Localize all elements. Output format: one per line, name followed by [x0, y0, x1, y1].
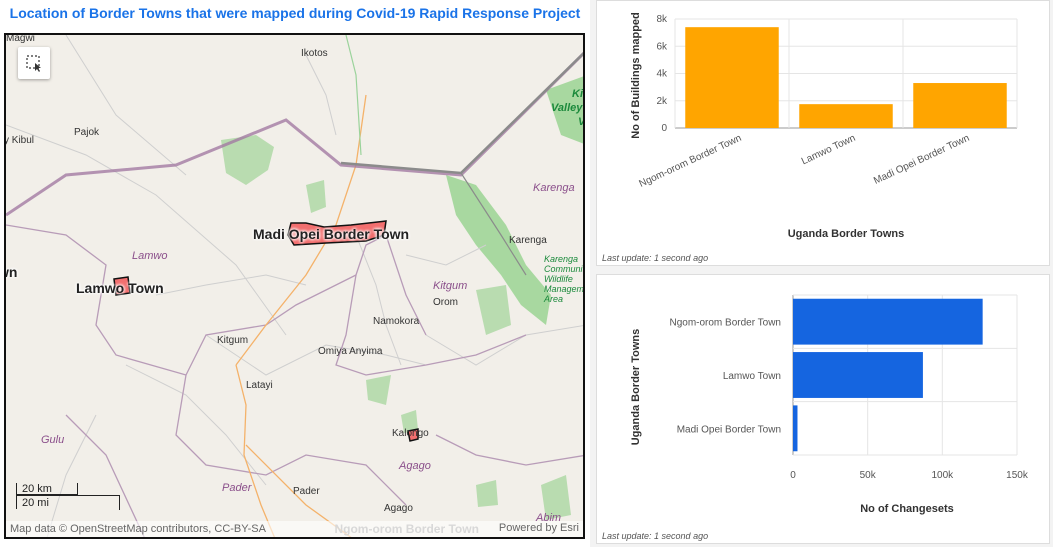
y-tick-label: Lamwo Town	[723, 371, 781, 382]
park-area	[476, 480, 498, 507]
place-agago-town: Agago	[384, 503, 413, 514]
rectangle-select-button[interactable]	[18, 47, 50, 79]
place-karenga-cwma: Karenga Community Wildlife Management Ar…	[544, 254, 585, 304]
y-axis-title: Uganda Border Towns	[630, 329, 642, 446]
place-omiya-anyima: Omiya Anyima	[318, 346, 383, 357]
powered-by-esri[interactable]: Powered by Esri	[499, 522, 579, 536]
chart2-last-update: Last update: 1 second ago	[602, 531, 709, 541]
x-tick-label: 50k	[860, 470, 877, 481]
map-title: Location of Border Towns that were mappe…	[9, 5, 581, 21]
x-tick-label: Ngom-orom Border Town	[638, 133, 744, 190]
place-orom: Orom	[433, 297, 458, 308]
park-area	[306, 180, 326, 213]
place-kalongo: Kalongo	[392, 428, 429, 439]
x-tick-label: 150k	[1006, 470, 1029, 481]
place-ve: V	[578, 116, 585, 128]
park-area	[366, 375, 391, 405]
map-panel: Location of Border Towns that were mappe…	[0, 0, 590, 547]
place-pader-town: Pader	[293, 486, 320, 497]
buildings-bar-chart: 0 2k 4k 6k 8k Ngom-orom Border Town Lamwo Town…	[630, 12, 1018, 240]
place-madi-opei: Madi Opei Border Town	[253, 226, 410, 242]
y-tick-label: 2k	[656, 96, 668, 107]
scale-mi: 20 mi	[16, 495, 120, 510]
attribution-text: Map data © OpenStreetMap contributors, C…	[10, 523, 266, 535]
changesets-bar-chart: 0 50k 100k 150k Ngom-orom Border Town Lamwo T…	[630, 294, 1029, 515]
chart1-last-update: Last update: 1 second ago	[602, 253, 709, 263]
scale-bar: 20 km 20 mi	[16, 483, 120, 510]
place-kibul: y Kibul	[4, 135, 35, 146]
rectangle-select-icon	[26, 55, 41, 72]
place-agago-district: Agago	[399, 460, 431, 472]
place-latayi: Latayi	[246, 380, 273, 391]
y-tick-label: Ngom-orom Border Town	[669, 318, 781, 329]
place-kitgum-district: Kitgum	[433, 280, 468, 292]
bar[interactable]	[913, 83, 1007, 128]
map-attribution: Map data © OpenStreetMap contributors, C…	[6, 521, 583, 537]
place-pader-district: Pader	[222, 482, 252, 494]
bar[interactable]	[793, 405, 798, 452]
place-namokora: Namokora	[373, 316, 420, 327]
place-wn: wn	[6, 264, 18, 280]
x-tick-label: Lamwo Town	[800, 133, 857, 168]
scale-km: 20 km	[16, 483, 78, 495]
place-pajok: Pajok	[74, 127, 100, 138]
x-tick-label: Madi Opei Border Town	[872, 133, 971, 187]
intl-border-line	[340, 52, 583, 175]
place-kitgum-town: Kitgum	[217, 335, 249, 346]
y-axis-title: No of Buildings mapped	[630, 12, 642, 139]
x-tick-label: 100k	[931, 470, 954, 481]
changesets-chart-panel: 0 50k 100k 150k Ngom-orom Border Town Lamwo T…	[596, 274, 1050, 544]
place-lamwo-district: Lamwo	[132, 250, 168, 262]
place-valley: Valley	[551, 102, 583, 114]
place-lamwo-town: Lamwo Town	[76, 280, 164, 296]
bar[interactable]	[685, 27, 779, 128]
y-tick-label: 8k	[656, 14, 668, 25]
place-karenga-district: Karenga	[533, 182, 575, 194]
bar[interactable]	[793, 298, 983, 345]
place-karenga-town: Karenga	[509, 235, 547, 246]
park-area	[476, 285, 511, 335]
bar[interactable]	[793, 352, 923, 398]
attribution-ghost-label: Ngom-orom Border Town	[334, 522, 479, 536]
y-tick-label: 6k	[656, 41, 668, 52]
y-tick-label: 0	[661, 123, 667, 134]
place-ikotos: Ikotos	[301, 48, 328, 59]
y-tick-label: 4k	[656, 69, 668, 80]
x-tick-label: 0	[790, 470, 796, 481]
y-tick-label: Madi Opei Border Town	[677, 424, 781, 435]
x-axis-title: Uganda Border Towns	[788, 228, 905, 240]
buildings-chart-panel: 0 2k 4k 6k 8k Ngom-orom Border Town Lamwo Town…	[596, 0, 1050, 266]
place-kidepo: Kid	[572, 88, 583, 100]
x-axis-title: No of Changesets	[860, 503, 954, 515]
place-magwi: Magwi	[6, 33, 35, 44]
place-gulu: Gulu	[41, 434, 65, 446]
bar[interactable]	[799, 104, 893, 128]
map-view[interactable]: Magwi Ikotos Pajok y Kibul Kid Valley V …	[4, 33, 585, 539]
